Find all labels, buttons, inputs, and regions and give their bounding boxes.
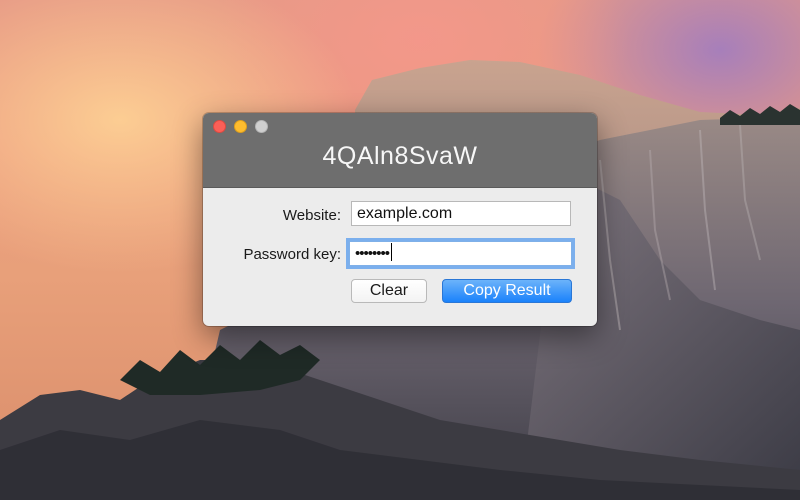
form-area: Website: example.com Password key: •••••… (203, 188, 597, 326)
clear-button[interactable]: Clear (351, 279, 427, 303)
zoom-window-button[interactable] (255, 120, 268, 133)
traffic-lights (213, 120, 268, 133)
minimize-window-button[interactable] (234, 120, 247, 133)
website-label: Website: (282, 207, 341, 224)
window-title: 4QAln8SvaW (322, 142, 478, 170)
password-key-label: Password key: (243, 246, 341, 263)
app-window: 4QAln8SvaW Website: example.com Password… (203, 113, 597, 326)
password-key-input[interactable]: •••••••• (349, 241, 572, 266)
close-window-button[interactable] (213, 120, 226, 133)
website-input-value: example.com (357, 205, 453, 222)
text-caret (391, 243, 393, 261)
password-key-masked-value: •••••••• (355, 245, 390, 262)
copy-result-button[interactable]: Copy Result (442, 279, 572, 303)
title-bar[interactable]: 4QAln8SvaW (203, 113, 597, 188)
website-input[interactable]: example.com (351, 201, 571, 226)
desktop: 4QAln8SvaW Website: example.com Password… (0, 0, 800, 500)
